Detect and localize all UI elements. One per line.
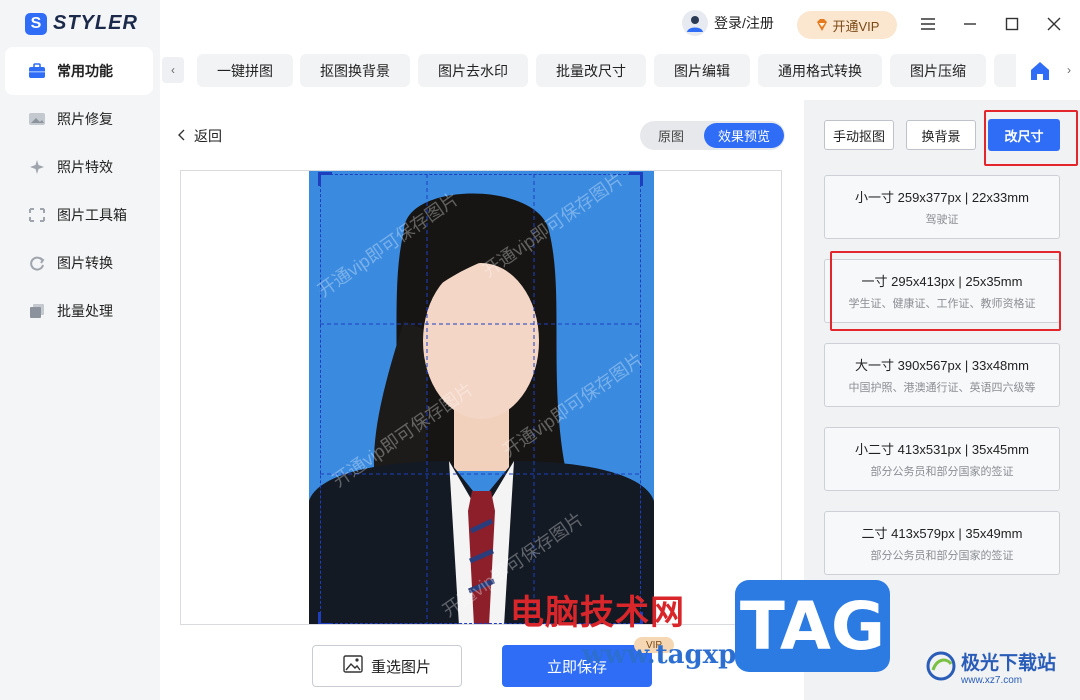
xz-site-name: 极光下载站 bbox=[961, 653, 1057, 674]
xz-site-url: www.xz7.com bbox=[961, 675, 1023, 686]
sidebar-item-label: 照片特效 bbox=[57, 159, 113, 175]
minimize-icon[interactable] bbox=[958, 12, 982, 36]
tabs-scroll-right-icon[interactable]: › bbox=[1058, 57, 1080, 83]
size-option-desc: 部分公务员和部分国家的签证 bbox=[870, 466, 1014, 478]
tool-tabs: ‹ 一键拼图 抠图换背景 图片去水印 批量改尺寸 图片编辑 通用格式转换 图片压… bbox=[160, 50, 1080, 90]
home-icon[interactable] bbox=[1025, 56, 1055, 86]
site-watermark-text: 电脑技术网 bbox=[510, 593, 685, 633]
tag-logo: TAG bbox=[735, 580, 890, 672]
size-option-desc: 学生证、健康证、工作证、教师资格证 bbox=[848, 298, 1036, 310]
toolbox-icon bbox=[27, 206, 47, 224]
user-icon bbox=[682, 10, 708, 36]
vip-label: 开通VIP bbox=[832, 18, 880, 34]
sidebar-nav: 常用功能 照片修复 照片特效 图片工具箱 图片转换 批量处理 bbox=[5, 47, 153, 335]
reselect-image-button[interactable]: 重选图片 bbox=[312, 645, 462, 687]
sidebar-item-label: 图片工具箱 bbox=[57, 207, 127, 223]
crop-handle-top-right[interactable] bbox=[629, 172, 643, 186]
back-button[interactable]: 返回 bbox=[178, 126, 222, 146]
tab-collage[interactable]: 一键拼图 bbox=[197, 54, 293, 87]
tab-batch-resize[interactable]: 批量改尺寸 bbox=[536, 54, 646, 87]
sidebar-item-label: 图片转换 bbox=[57, 255, 113, 271]
login-button[interactable]: 登录/注册 bbox=[682, 10, 774, 36]
tab-remove-watermark[interactable]: 图片去水印 bbox=[418, 54, 528, 87]
change-background-button[interactable]: 换背景 bbox=[906, 120, 976, 150]
title-bar: 登录/注册 开通VIP bbox=[160, 0, 1080, 48]
batch-icon bbox=[27, 302, 47, 320]
crop-handle-bottom-left[interactable] bbox=[318, 612, 332, 624]
size-option[interactable]: 大一寸 390x567px | 33x48mm 中国护照、港澳通行证、英语四六级… bbox=[824, 343, 1060, 407]
sidebar-item-label: 批量处理 bbox=[57, 303, 113, 319]
close-icon[interactable] bbox=[1042, 12, 1066, 36]
size-option[interactable]: 一寸 295x413px | 25x35mm 学生证、健康证、工作证、教师资格证 bbox=[824, 259, 1060, 323]
sparkle-icon bbox=[27, 158, 47, 176]
resize-button[interactable]: 改尺寸 bbox=[988, 119, 1060, 151]
maximize-icon[interactable] bbox=[1000, 12, 1024, 36]
size-option-desc: 驾驶证 bbox=[925, 214, 959, 226]
convert-icon bbox=[27, 254, 47, 272]
image-canvas: 开通vip即可保存图片 开通vip即可保存图片 开通vip即可保存图片 开通vi… bbox=[180, 170, 782, 625]
menu-icon[interactable] bbox=[916, 12, 940, 36]
vip-gem-icon bbox=[815, 18, 829, 32]
size-option-desc: 中国护照、港澳通行证、英语四六级等 bbox=[848, 382, 1036, 394]
view-preview-button[interactable]: 效果预览 bbox=[704, 123, 784, 148]
chevron-left-icon bbox=[178, 128, 186, 144]
size-option-title: 小二寸 413x531px | 35x45mm bbox=[855, 442, 1029, 457]
xz-logo: 极光下载站 www.xz7.com bbox=[925, 648, 1056, 686]
view-original-button[interactable]: 原图 bbox=[640, 121, 702, 150]
size-option-title: 大一寸 390x567px | 33x48mm bbox=[855, 358, 1029, 373]
sidebar-item-photo-effects[interactable]: 照片特效 bbox=[5, 143, 153, 191]
reselect-label: 重选图片 bbox=[370, 658, 431, 676]
size-option[interactable]: 二寸 413x579px | 35x49mm 部分公务员和部分国家的签证 bbox=[824, 511, 1060, 575]
login-label: 登录/注册 bbox=[714, 15, 774, 31]
sidebar: S STYLER 常用功能 照片修复 照片特效 图片工具箱 图片转换 批量处理 bbox=[0, 0, 160, 700]
photo-repair-icon bbox=[27, 110, 47, 128]
sidebar-item-convert[interactable]: 图片转换 bbox=[5, 239, 153, 287]
aurora-logo-icon bbox=[925, 650, 957, 685]
id-photo-preview: 开通vip即可保存图片 开通vip即可保存图片 开通vip即可保存图片 开通vi… bbox=[309, 171, 654, 624]
size-option-desc: 部分公务员和部分国家的签证 bbox=[870, 550, 1014, 562]
briefcase-icon bbox=[27, 62, 47, 80]
tab-partial[interactable] bbox=[994, 54, 1016, 87]
crop-handle-top-left[interactable] bbox=[318, 172, 332, 186]
size-option-title: 一寸 295x413px | 25x35mm bbox=[861, 274, 1023, 289]
tab-image-edit[interactable]: 图片编辑 bbox=[654, 54, 750, 87]
size-option[interactable]: 小二寸 413x531px | 35x45mm 部分公务员和部分国家的签证 bbox=[824, 427, 1060, 491]
crop-grid bbox=[320, 174, 641, 624]
manual-cutout-button[interactable]: 手动抠图 bbox=[824, 120, 894, 150]
tabs-scroll-left-icon[interactable]: ‹ bbox=[162, 57, 184, 83]
sidebar-item-label: 常用功能 bbox=[57, 63, 113, 79]
tab-compress[interactable]: 图片压缩 bbox=[890, 54, 986, 87]
sidebar-item-toolbox[interactable]: 图片工具箱 bbox=[5, 191, 153, 239]
sidebar-item-label: 照片修复 bbox=[57, 111, 113, 127]
app-logo: S STYLER bbox=[25, 12, 138, 35]
image-icon bbox=[343, 655, 363, 677]
size-option-title: 二寸 413x579px | 35x49mm bbox=[861, 526, 1023, 541]
sidebar-item-photo-repair[interactable]: 照片修复 bbox=[5, 95, 153, 143]
logo-mark: S bbox=[25, 12, 47, 35]
size-option[interactable]: 小一寸 259x377px | 22x33mm 驾驶证 bbox=[824, 175, 1060, 239]
vip-button[interactable]: 开通VIP bbox=[797, 11, 897, 39]
sidebar-item-common[interactable]: 常用功能 bbox=[5, 47, 153, 95]
view-toggle: 原图 效果预览 bbox=[640, 121, 785, 150]
app-name: STYLER bbox=[53, 12, 138, 34]
size-option-title: 小一寸 259x377px | 22x33mm bbox=[855, 190, 1029, 205]
tab-cutout-background[interactable]: 抠图换背景 bbox=[300, 54, 410, 87]
sidebar-item-batch[interactable]: 批量处理 bbox=[5, 287, 153, 335]
tab-format-convert[interactable]: 通用格式转换 bbox=[758, 54, 882, 87]
crop-frame[interactable] bbox=[318, 172, 643, 624]
back-label: 返回 bbox=[194, 128, 222, 144]
